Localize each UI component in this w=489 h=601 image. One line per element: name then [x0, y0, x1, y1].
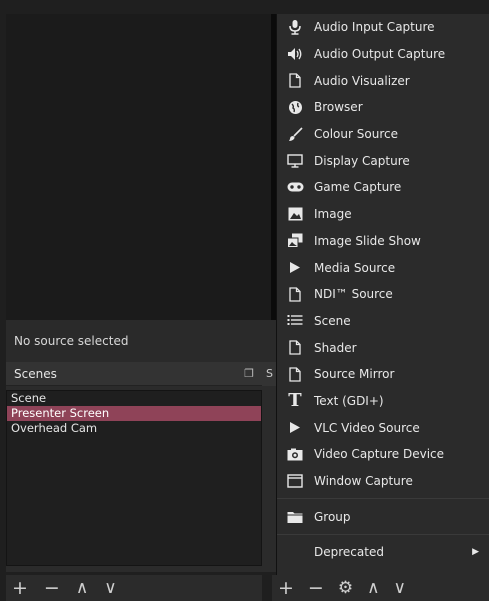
menu-item-image-slide-show[interactable]: Image Slide Show — [277, 228, 489, 255]
menu-item-audio-output-capture[interactable]: Audio Output Capture — [277, 41, 489, 68]
menu-item-ndi-source[interactable]: NDI™ Source — [277, 281, 489, 308]
menu-item-label: Text (GDI+) — [314, 393, 384, 408]
menu-item-label: Group — [314, 509, 351, 524]
menu-item-image[interactable]: Image — [277, 201, 489, 228]
move-up-icon[interactable]: ∧ — [76, 578, 88, 598]
source-status-text: No source selected — [14, 334, 129, 348]
image-icon — [285, 205, 305, 223]
menu-item-source-mirror[interactable]: Source Mirror — [277, 361, 489, 388]
camera-icon — [285, 445, 305, 463]
scene-list: Scene Presenter Screen Overhead Cam — [6, 390, 262, 566]
menu-item-label: Display Capture — [314, 153, 410, 168]
window-icon — [285, 472, 305, 490]
menu-item-deprecated[interactable]: Deprecated ▶ — [277, 539, 489, 566]
gear-icon[interactable]: ⚙ — [338, 578, 353, 598]
file-icon — [285, 72, 305, 90]
menu-item-label: Audio Input Capture — [314, 20, 435, 35]
menu-item-label: Window Capture — [314, 474, 413, 489]
menu-item-shader[interactable]: Shader — [277, 334, 489, 361]
menu-item-label: Audio Visualizer — [314, 73, 410, 88]
menu-item-audio-input-capture[interactable]: Audio Input Capture — [277, 14, 489, 41]
menu-item-window-capture[interactable]: Window Capture — [277, 468, 489, 495]
brush-icon — [285, 125, 305, 143]
add-source-menu: Audio Input Capture Audio Output Capture… — [277, 14, 489, 575]
menu-item-label: Media Source — [314, 260, 396, 275]
menu-item-label: NDI™ Source — [314, 287, 393, 302]
move-up-icon[interactable]: ∧ — [367, 578, 379, 598]
folder-icon — [285, 508, 305, 526]
scene-item-selected[interactable]: Presenter Screen — [7, 406, 261, 421]
menu-item-game-capture[interactable]: Game Capture — [277, 174, 489, 201]
text-icon: T — [288, 390, 302, 412]
add-source-button[interactable]: + — [278, 578, 294, 598]
menu-item-label: Colour Source — [314, 127, 398, 142]
menu-item-scene[interactable]: Scene — [277, 308, 489, 335]
remove-scene-button[interactable]: − — [44, 578, 60, 598]
menu-item-label: Browser — [314, 100, 363, 115]
slideshow-icon — [285, 232, 305, 250]
menu-item-label: Scene — [314, 313, 351, 328]
menu-item-video-capture-device[interactable]: Video Capture Device — [277, 441, 489, 468]
sources-panel: S — [262, 362, 277, 572]
preview-canvas — [6, 14, 271, 320]
scenes-header: Scenes ❐ — [6, 362, 262, 386]
submenu-arrow-icon: ▶ — [472, 547, 479, 558]
play-icon — [285, 259, 305, 277]
menu-item-label: Source Mirror — [314, 367, 395, 382]
monitor-icon — [285, 152, 305, 170]
sources-title: S — [262, 362, 277, 386]
list-icon — [285, 312, 305, 330]
move-down-icon[interactable]: ∨ — [104, 578, 116, 598]
file-icon — [285, 285, 305, 303]
menu-item-colour-source[interactable]: Colour Source — [277, 121, 489, 148]
source-status-bar: No source selected — [6, 320, 276, 362]
menu-item-label: Image Slide Show — [314, 233, 421, 248]
menu-item-label: Game Capture — [314, 180, 402, 195]
add-scene-button[interactable]: + — [12, 578, 28, 598]
globe-icon — [285, 98, 305, 116]
menu-item-browser[interactable]: Browser — [277, 94, 489, 121]
menu-item-label: VLC Video Source — [314, 420, 420, 435]
microphone-icon — [285, 18, 305, 36]
menu-item-audio-visualizer[interactable]: Audio Visualizer — [277, 67, 489, 94]
play-icon — [285, 419, 305, 437]
menu-item-label: Audio Output Capture — [314, 47, 446, 62]
menu-item-group[interactable]: Group — [277, 503, 489, 530]
scene-item[interactable]: Scene — [7, 391, 261, 406]
move-down-icon[interactable]: ∨ — [394, 578, 406, 598]
sources-toolbar: + − ⚙ ∧ ∨ — [272, 575, 489, 601]
menu-item-text-gdi[interactable]: T Text (GDI+) — [277, 388, 489, 415]
scenes-title: Scenes — [14, 366, 57, 381]
menu-item-label: Image — [314, 207, 352, 222]
undock-icon[interactable]: ❐ — [244, 367, 254, 380]
scenes-panel: Scenes ❐ Scene Presenter Screen Overhead… — [6, 362, 262, 572]
menu-item-media-source[interactable]: Media Source — [277, 254, 489, 281]
menu-item-label: Deprecated — [314, 545, 384, 560]
file-icon — [285, 339, 305, 357]
gamepad-icon — [285, 178, 305, 196]
speaker-icon — [285, 45, 305, 63]
menu-item-vlc-video-source[interactable]: VLC Video Source — [277, 414, 489, 441]
remove-source-button[interactable]: − — [308, 578, 324, 598]
menu-separator — [277, 534, 489, 536]
menu-item-label: Shader — [314, 340, 357, 355]
scenes-toolbar: + − ∧ ∨ — [6, 575, 262, 601]
file-icon — [285, 365, 305, 383]
menu-separator — [277, 498, 489, 500]
menu-item-label: Video Capture Device — [314, 447, 445, 462]
scene-item[interactable]: Overhead Cam — [7, 421, 261, 436]
menu-item-display-capture[interactable]: Display Capture — [277, 147, 489, 174]
